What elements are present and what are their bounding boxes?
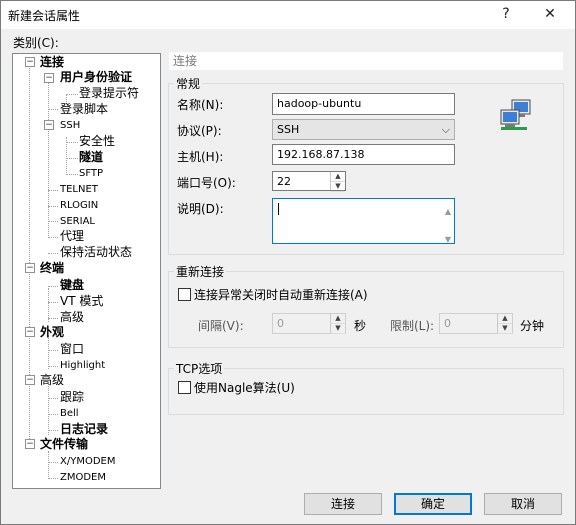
spin-down-icon: ▼ [331, 324, 345, 334]
interval-field: 0 ▲ ▼ [272, 313, 346, 334]
tree-item-vt-mode[interactable]: VT 模式 [60, 294, 103, 309]
port-value: 22 [277, 175, 291, 188]
category-label: 类别(C): [13, 36, 59, 50]
protocol-select[interactable]: SSH ⌵ [272, 119, 455, 140]
tree-item-tunnel[interactable]: 隧道 [79, 150, 103, 165]
description-field[interactable]: ▲ ▼ [272, 198, 455, 244]
tree-item-window[interactable]: 窗口 [60, 342, 84, 357]
description-label: 说明(D): [177, 202, 224, 216]
collapse-auth-icon[interactable]: − [44, 73, 54, 83]
collapse-file-transfer-icon[interactable]: − [25, 439, 35, 449]
tree-item-proxy[interactable]: 代理 [60, 229, 84, 244]
collapse-advanced-icon[interactable]: − [25, 375, 35, 385]
collapse-connection-icon[interactable]: − [25, 57, 35, 67]
tree-item-login-script[interactable]: 登录脚本 [60, 102, 108, 117]
tree-item-file-transfer[interactable]: 文件传输 [40, 437, 88, 452]
spin-up-icon[interactable]: ▲ [331, 172, 345, 182]
tree-item-xymodem[interactable]: X/YMODEM [60, 454, 115, 469]
tree-item-user-auth[interactable]: 用户身份验证 [60, 70, 132, 85]
section-title: 连接 [169, 52, 563, 70]
limit-label: 限制(L): [390, 319, 435, 333]
tree-item-bell[interactable]: Bell [60, 406, 79, 421]
host-field[interactable]: 192.168.87.138 [272, 144, 455, 165]
tree-item-terminal-advanced[interactable]: 高级 [60, 310, 84, 325]
limit-unit: 分钟 [520, 319, 545, 333]
spin-up-icon: ▲ [331, 314, 345, 324]
spin-down-icon: ▼ [498, 324, 512, 334]
spin-up-icon: ▲ [498, 314, 512, 324]
nagle-checkbox[interactable] [178, 381, 191, 394]
spin-down-icon[interactable]: ▼ [331, 182, 345, 192]
title-bar: 新建会话属性 ? ✕ [1, 1, 575, 29]
tree-item-highlight[interactable]: Highlight [60, 358, 105, 373]
collapse-ssh-icon[interactable]: − [44, 120, 54, 130]
port-field[interactable]: 22 ▲ ▼ [272, 171, 346, 192]
port-spinner[interactable]: ▲ ▼ [330, 172, 345, 192]
auto-reconnect-checkbox[interactable] [178, 288, 191, 301]
help-button[interactable]: ? [490, 3, 522, 25]
tree-item-serial[interactable]: SERIAL [60, 214, 95, 229]
limit-field: 0 ▲ ▼ [439, 313, 513, 334]
interval-spinner: ▲ ▼ [330, 314, 345, 334]
interval-unit: 秒 [354, 319, 367, 333]
scroll-up-icon[interactable]: ▲ [445, 202, 451, 222]
scroll-down-icon[interactable]: ▼ [445, 230, 451, 250]
host-label: 主机(H): [177, 150, 224, 164]
protocol-label: 协议(P): [177, 124, 222, 138]
tree-item-login-prompt[interactable]: 登录提示符 [79, 86, 139, 101]
nagle-label[interactable]: 使用Nagle算法(U) [194, 379, 295, 396]
limit-value: 0 [444, 317, 451, 330]
tree-item-terminal[interactable]: 终端 [40, 261, 64, 276]
tree-item-log-file[interactable]: 日志记录 [60, 422, 108, 437]
tree-item-advanced[interactable]: 高级 [40, 373, 64, 388]
window-title: 新建会话属性 [8, 9, 81, 23]
tree-item-trace[interactable]: 跟踪 [60, 390, 84, 405]
reconnect-group-title: 重新连接 [174, 263, 227, 280]
collapse-appearance-icon[interactable]: − [25, 327, 35, 337]
general-group-title: 常规 [174, 75, 203, 92]
reconnect-group [168, 271, 564, 348]
network-computers-icon [500, 99, 531, 130]
dialog-window: 新建会话属性 ? ✕ 类别(C): − − − − − − − 连接 用户身份验… [0, 0, 576, 525]
text-cursor [278, 203, 279, 215]
tree-item-rlogin[interactable]: RLOGIN [60, 198, 98, 213]
category-tree[interactable]: − − − − − − − 连接 用户身份验证 登录提示符 登录脚本 SSH 安… [12, 53, 161, 489]
tree-item-keyboard[interactable]: 键盘 [60, 278, 84, 293]
interval-label: 间隔(V): [198, 319, 244, 333]
auto-reconnect-label[interactable]: 连接异常关闭时自动重新连接(A) [194, 286, 368, 303]
close-button[interactable]: ✕ [534, 3, 566, 25]
connect-button[interactable]: 连接 [304, 493, 382, 515]
tree-item-security[interactable]: 安全性 [79, 134, 115, 149]
interval-value: 0 [277, 317, 284, 330]
tree-item-sftp[interactable]: SFTP [79, 166, 103, 181]
collapse-terminal-icon[interactable]: − [25, 263, 35, 273]
tree-item-appearance[interactable]: 外观 [40, 325, 64, 340]
tree-item-zmodem[interactable]: ZMODEM [60, 470, 106, 485]
limit-spinner: ▲ ▼ [497, 314, 512, 334]
tree-item-telnet[interactable]: TELNET [60, 182, 98, 197]
ok-button[interactable]: 确定 [394, 493, 472, 515]
cancel-button[interactable]: 取消 [484, 493, 562, 515]
name-label: 名称(N): [177, 98, 224, 112]
tree-item-ssh[interactable]: SSH [60, 118, 80, 133]
chevron-down-icon: ⌵ [441, 123, 450, 136]
tree-item-connection[interactable]: 连接 [40, 55, 64, 70]
protocol-value: SSH [277, 123, 300, 136]
tree-item-keepalive[interactable]: 保持活动状态 [60, 245, 132, 260]
name-field[interactable]: hadoop-ubuntu [272, 93, 455, 115]
tcp-options-title: TCP选项 [174, 360, 225, 377]
port-label: 端口号(O): [177, 176, 236, 190]
